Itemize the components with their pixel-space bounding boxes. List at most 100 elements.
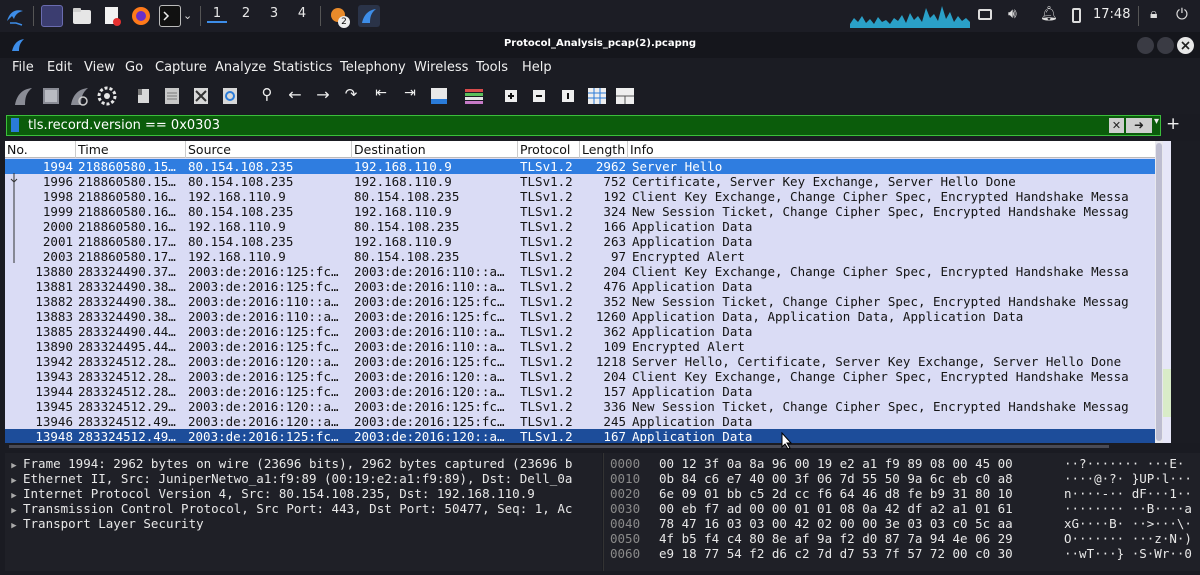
col-destination-header[interactable]: Destination <box>354 142 426 157</box>
packet-bytes-pane[interactable]: 0000 00 12 3f 0a 8a 96 00 19 e2 a1 f9 89 … <box>603 453 1200 571</box>
tree-item[interactable]: ▶ Ethernet II, Src: JuniperNetwo_a1:f9:89… <box>5 471 572 486</box>
col-info-header[interactable]: Info <box>630 142 654 157</box>
file-manager-icon[interactable] <box>71 5 93 27</box>
workspace-4[interactable]: 4 <box>292 6 312 21</box>
column-divider[interactable] <box>185 141 186 158</box>
menu-wireless[interactable]: Wireless <box>414 60 468 75</box>
tree-item[interactable]: ▶ Transmission Control Protocol, Src Port… <box>5 501 572 516</box>
column-divider[interactable] <box>627 141 628 158</box>
menu-edit[interactable]: Edit <box>47 60 72 75</box>
table-row[interactable]: 1994 218860580.15… 80.154.108.235 192.168.1… <box>5 159 1155 174</box>
wireshark-taskbar-icon[interactable] <box>358 5 380 27</box>
menu-capture[interactable]: Capture <box>155 60 207 75</box>
menu-view[interactable]: View <box>84 60 115 75</box>
text-editor-icon[interactable] <box>101 5 123 27</box>
zoom-out-icon[interactable] <box>528 85 550 107</box>
workspace-2[interactable]: 2 <box>236 6 256 21</box>
table-row[interactable]: 1996 218860580.15… 80.154.108.235 192.168.1… <box>5 174 1155 189</box>
maximize-button[interactable] <box>1157 37 1174 54</box>
table-row[interactable]: 1999 218860580.16… 80.154.108.235 192.168.1… <box>5 204 1155 219</box>
minimize-button[interactable] <box>1137 37 1154 54</box>
col-no-header[interactable]: No. <box>7 142 28 157</box>
table-row[interactable]: 13883 283324490.38… 2003:de:2016:110::a… 20… <box>5 309 1155 324</box>
table-row[interactable]: 1998 218860580.16… 192.168.110.9 80.154.108… <box>5 189 1155 204</box>
col-source-header[interactable]: Source <box>188 142 231 157</box>
table-row[interactable]: 13880 283324490.37… 2003:de:2016:125:fc… 20… <box>5 264 1155 279</box>
go-back-icon[interactable]: ← <box>284 85 306 107</box>
table-row[interactable]: 13943 283324512.28… 2003:de:2016:125:fc… 20… <box>5 369 1155 384</box>
col-length-header[interactable]: Length <box>582 142 625 157</box>
autoscroll-icon[interactable] <box>428 85 450 107</box>
clear-filter-icon[interactable]: ✕ <box>1109 118 1124 133</box>
terminal-icon[interactable] <box>159 5 181 27</box>
table-row[interactable]: 13885 283324490.44… 2003:de:2016:125:fc… 20… <box>5 324 1155 339</box>
table-row[interactable]: 13890 283324495.44… 2003:de:2016:125:fc… 20… <box>5 339 1155 354</box>
menu-go[interactable]: Go <box>125 60 143 75</box>
table-row[interactable]: 13942 283324512.28… 2003:de:2016:120::a… 20… <box>5 354 1155 369</box>
reload-file-icon[interactable] <box>219 85 241 107</box>
tree-item[interactable]: ▶ Frame 1994: 2962 bytes on wire (23696 b… <box>5 456 572 471</box>
add-filter-button[interactable]: + <box>1166 114 1180 134</box>
kali-menu-icon[interactable] <box>4 5 26 27</box>
table-row[interactable]: 2003 218860580.17… 192.168.110.9 80.154.108… <box>5 249 1155 264</box>
menu-analyze[interactable]: Analyze <box>215 60 266 75</box>
layout-pane-icon[interactable] <box>614 85 636 107</box>
table-row[interactable]: 13881 283324490.38… 2003:de:2016:125:fc… 20… <box>5 279 1155 294</box>
column-divider[interactable] <box>579 141 580 158</box>
find-packet-icon[interactable]: ⚲ <box>256 85 278 107</box>
column-divider[interactable] <box>517 141 518 158</box>
table-row[interactable]: 2001 218860580.17… 80.154.108.235 192.168.1… <box>5 234 1155 249</box>
packet-details-pane[interactable]: ▶ Frame 1994: 2962 bytes on wire (23696 b… <box>5 453 602 571</box>
table-row[interactable]: 2000 218860580.16… 192.168.110.9 80.154.108… <box>5 219 1155 234</box>
table-row[interactable]: 13946 283324512.49… 2003:de:2016:120::a… 20… <box>5 414 1155 429</box>
lock-icon[interactable]: 🔒︎ <box>1150 6 1157 22</box>
hscroll-thumb[interactable] <box>9 445 1109 448</box>
tree-item[interactable]: ▶ Internet Protocol Version 4, Src: 80.15… <box>5 486 534 501</box>
save-file-icon[interactable] <box>161 85 183 107</box>
packet-list-hscrollbar[interactable] <box>5 443 1155 450</box>
menu-help[interactable]: Help <box>522 60 552 75</box>
battery-icon[interactable] <box>1072 8 1081 23</box>
apply-filter-icon[interactable]: ➜ <box>1126 118 1152 133</box>
zoom-in-icon[interactable] <box>500 85 522 107</box>
workspace-1[interactable]: 1 <box>207 6 227 23</box>
clock[interactable]: 17:48 <box>1093 7 1130 22</box>
close-file-icon[interactable] <box>190 85 212 107</box>
stop-capture-icon[interactable] <box>40 85 62 107</box>
col-time-header[interactable]: Time <box>78 142 109 157</box>
packet-list-scrollbar[interactable] <box>1155 141 1163 443</box>
first-packet-icon[interactable]: ⇤ <box>370 85 392 107</box>
bell-icon[interactable]: 🔔︎ <box>1040 6 1058 22</box>
column-divider[interactable] <box>351 141 352 158</box>
normal-size-icon[interactable] <box>557 85 579 107</box>
start-capture-icon[interactable] <box>12 85 34 107</box>
packet-minimap[interactable] <box>1163 141 1200 443</box>
workspace-3[interactable]: 3 <box>264 6 284 21</box>
bookmark-icon[interactable] <box>11 118 19 132</box>
chevron-right-icon[interactable]: ▶ <box>5 519 23 534</box>
table-row[interactable]: 13945 283324512.29… 2003:de:2016:120::a… 20… <box>5 399 1155 414</box>
resize-columns-icon[interactable] <box>586 85 608 107</box>
close-button[interactable] <box>1177 37 1194 54</box>
chevron-down-icon[interactable]: ⌄ <box>183 9 192 22</box>
go-forward-icon[interactable]: → <box>312 85 334 107</box>
menu-telephony[interactable]: Telephony <box>340 60 406 75</box>
display-filter-bar[interactable]: tls.record.version == 0x0303 ✕ ➜ ▾ <box>6 115 1161 136</box>
colorize-icon[interactable] <box>463 85 485 107</box>
table-row[interactable]: 13948 283324512.49… 2003:de:2016:125:fc… 20… <box>5 429 1155 443</box>
capture-options-icon[interactable] <box>96 85 118 107</box>
menu-statistics[interactable]: Statistics <box>273 60 332 75</box>
display-icon[interactable] <box>978 9 992 20</box>
workspace-switcher-icon[interactable] <box>41 5 63 27</box>
restart-capture-icon[interactable] <box>68 85 90 107</box>
power-icon[interactable]: ⏻ <box>1176 5 1188 23</box>
packet-list[interactable]: No. Time Source Destination Protocol Len… <box>5 141 1155 443</box>
table-row[interactable]: 13882 283324490.38… 2003:de:2016:110::a… 20… <box>5 294 1155 309</box>
last-packet-icon[interactable]: ⇥ <box>399 85 421 107</box>
menu-file[interactable]: File <box>12 60 34 75</box>
col-protocol-header[interactable]: Protocol <box>520 142 570 157</box>
filter-dropdown-icon[interactable]: ▾ <box>1154 116 1159 127</box>
menu-tools[interactable]: Tools <box>476 60 508 75</box>
go-to-packet-icon[interactable]: ↷ <box>340 85 362 107</box>
scrollbar-thumb[interactable] <box>1156 143 1162 441</box>
